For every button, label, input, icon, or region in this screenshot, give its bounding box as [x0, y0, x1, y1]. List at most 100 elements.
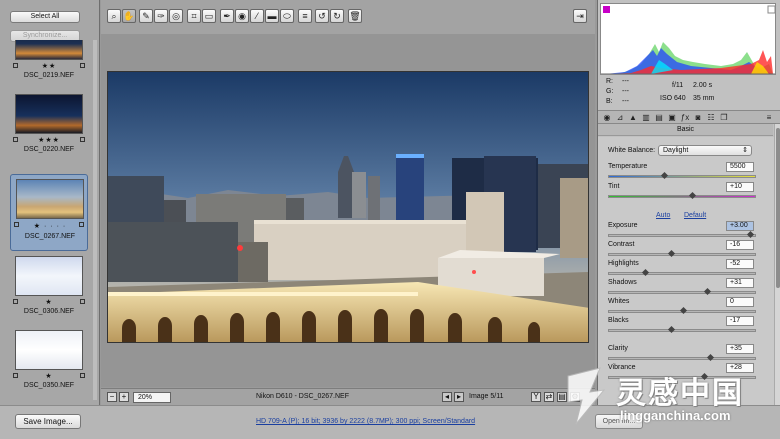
tab-basic-icon[interactable]: ◉	[602, 113, 612, 123]
slider-value-field[interactable]: 5500	[726, 162, 754, 172]
select-all-button[interactable]: Select All	[10, 11, 80, 23]
spot-removal-tool-icon[interactable]: ✒	[220, 9, 234, 23]
crop-tool-icon[interactable]: ⌗	[187, 9, 201, 23]
slider-track[interactable]	[608, 372, 756, 381]
shutter-value: 2.00 s	[693, 82, 713, 89]
slider-track[interactable]	[608, 171, 756, 180]
thumbnail-item-selected[interactable]: ★ · · · · DSC_0267.NEF	[10, 174, 88, 251]
slider-track[interactable]	[608, 230, 756, 239]
preferences-icon[interactable]: ≡	[298, 9, 312, 23]
tab-split-toning-icon[interactable]: ▤	[654, 113, 664, 123]
workflow-options-link[interactable]: HD 709-A (P); 16 bit; 3936 by 2222 (8.7M…	[256, 418, 475, 425]
thumbnail-item[interactable]: ★★★ DSC_0220.NEF	[10, 90, 88, 162]
thumbnail-filename: DSC_0220.NEF	[23, 146, 75, 153]
slider-value-field[interactable]: +10	[726, 182, 754, 192]
save-image-button[interactable]: Save Image...	[15, 414, 81, 429]
slider-handle[interactable]	[660, 171, 668, 180]
slider-track[interactable]	[608, 249, 756, 258]
straighten-tool-icon[interactable]: ▭	[202, 9, 216, 23]
white-balance-tool-icon[interactable]: ✎	[139, 9, 153, 23]
slider-handle[interactable]	[668, 249, 676, 258]
before-after-view-icon[interactable]: Y	[531, 392, 541, 402]
image-canvas[interactable]	[101, 34, 595, 387]
slider-value-field[interactable]: -52	[726, 259, 754, 269]
tab-lens-corrections-icon[interactable]: ▣	[667, 113, 677, 123]
targeted-adjustment-tool-icon[interactable]: ◎	[169, 9, 183, 23]
full-screen-icon[interactable]: ⇥	[573, 9, 587, 23]
slider-value-field[interactable]: +35	[726, 344, 754, 354]
slider-label: Contrast	[608, 241, 635, 248]
thumbnail-item[interactable]: ★ DSC_0306.NEF	[10, 252, 88, 324]
aperture-value: f/11	[672, 82, 684, 89]
slider-handle[interactable]	[641, 268, 649, 277]
swap-settings-icon[interactable]: ⇄	[544, 392, 554, 402]
white-balance-select[interactable]: Daylight ⇕	[658, 145, 752, 156]
slider-handle[interactable]	[688, 191, 696, 200]
rating-stars[interactable]: ★	[10, 298, 88, 306]
slider-handle[interactable]	[679, 306, 688, 315]
g-readout-label: G:	[606, 88, 614, 95]
histogram-graph	[601, 4, 775, 74]
rating-stars[interactable]: ★	[10, 372, 88, 380]
previous-image-icon[interactable]: ◂	[442, 392, 452, 402]
hand-tool-icon[interactable]: ✋	[122, 9, 136, 23]
tab-detail-icon[interactable]: ▲	[628, 113, 638, 123]
rating-stars[interactable]: ★★	[10, 62, 88, 70]
open-image-button[interactable]: Open Im...	[595, 414, 643, 429]
zoom-out-icon[interactable]: −	[107, 392, 117, 402]
histogram	[600, 3, 776, 75]
default-link[interactable]: Default	[684, 212, 706, 219]
slider-track[interactable]	[608, 268, 756, 277]
slider-handle[interactable]	[706, 353, 714, 362]
red-eye-tool-icon[interactable]: ◉	[235, 9, 249, 23]
adjustment-brush-tool-icon[interactable]: ⁄	[250, 9, 264, 23]
tab-hsl-icon[interactable]: ▥	[641, 113, 651, 123]
slider-track[interactable]	[608, 287, 756, 296]
toggle-defaults-icon[interactable]: ⚙	[570, 392, 580, 402]
tab-camera-calibration-icon[interactable]: ◙	[693, 113, 703, 123]
rotate-left-icon[interactable]: ↺	[315, 9, 329, 23]
slider-handle[interactable]	[703, 287, 711, 296]
slider-track[interactable]	[608, 306, 756, 315]
rotate-right-icon[interactable]: ↻	[330, 9, 344, 23]
zoom-level-select[interactable]: 20%	[133, 392, 171, 403]
zoom-in-icon[interactable]: +	[119, 392, 129, 402]
iso-value: ISO 640	[660, 95, 686, 102]
focal-length-value: 35 mm	[693, 95, 715, 102]
panel-title: Basic	[598, 124, 773, 136]
radial-filter-tool-icon[interactable]: ⬭	[280, 9, 294, 23]
color-sampler-tool-icon[interactable]: ✑	[154, 9, 168, 23]
preview-image[interactable]	[107, 71, 589, 343]
slider-label: Tint	[608, 183, 620, 190]
slider-track[interactable]	[608, 191, 756, 200]
filmstrip-scrollbar[interactable]	[93, 40, 97, 400]
thumbnail-item[interactable]: ★ DSC_0350.NEF	[10, 326, 88, 398]
thumbnail-item[interactable]: ★★ DSC_0219.NEF	[10, 40, 88, 88]
graduated-filter-tool-icon[interactable]: ▬	[265, 9, 279, 23]
slider-handle[interactable]	[746, 230, 754, 239]
slider-value-field[interactable]: -16	[726, 240, 754, 250]
slider-track[interactable]	[608, 353, 756, 362]
white-balance-value: Daylight	[663, 147, 689, 154]
panel-menu-icon[interactable]: ≡	[764, 113, 774, 123]
tab-presets-icon[interactable]: ☷	[706, 113, 716, 123]
slider-value-field[interactable]: +31	[726, 278, 754, 288]
slider-handle[interactable]	[700, 372, 708, 381]
tab-effects-icon[interactable]: ƒx	[680, 113, 690, 123]
copy-settings-icon[interactable]: ▤	[557, 392, 567, 402]
auto-link[interactable]: Auto	[656, 212, 670, 219]
slider-value-field[interactable]: -17	[726, 316, 754, 326]
slider-value-field[interactable]: +3.00	[726, 221, 754, 231]
zoom-tool-icon[interactable]: ⌕	[107, 9, 121, 23]
slider-track[interactable]	[608, 325, 756, 334]
slider-handle[interactable]	[668, 325, 676, 334]
tab-tone-curve-icon[interactable]: ⊿	[615, 113, 625, 123]
rating-stars[interactable]: ★ · · · ·	[11, 222, 89, 230]
slider-value-field[interactable]: +28	[726, 363, 754, 373]
trash-icon[interactable]: 🗑	[348, 9, 362, 23]
tab-snapshots-icon[interactable]: ❐	[719, 113, 729, 123]
slider-value-field[interactable]: 0	[726, 297, 754, 307]
panel-scrollbar[interactable]	[774, 124, 780, 405]
next-image-icon[interactable]: ▸	[454, 392, 464, 402]
rating-stars[interactable]: ★★★	[10, 136, 88, 144]
